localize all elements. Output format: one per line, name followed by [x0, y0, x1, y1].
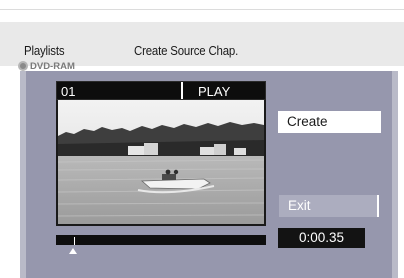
disc-label: DVD-RAM — [30, 60, 75, 72]
title-divider — [181, 82, 183, 99]
disc-indicator: DVD-RAM — [18, 60, 75, 72]
function-title: Create Source Chap. — [134, 43, 239, 58]
disc-icon — [18, 61, 28, 71]
panel-left-edge — [20, 71, 26, 278]
time-readout: 0:00.35 — [278, 228, 365, 248]
section-title: Playlists — [24, 43, 65, 58]
position-pointer-icon — [69, 248, 77, 254]
playback-status: PLAY — [198, 84, 231, 99]
exit-button[interactable]: Exit — [279, 195, 379, 217]
top-strip — [0, 0, 404, 10]
panel-right-edge — [392, 71, 398, 278]
chapter-mark — [74, 237, 75, 245]
title-bar: 01 PLAY — [56, 81, 266, 100]
title-number: 01 — [61, 84, 76, 99]
screen-frame: Playlists Create Source Chap. DVD-RAM 01… — [0, 0, 404, 278]
video-frame-image — [58, 100, 264, 224]
chapter-timeline[interactable] — [56, 235, 266, 245]
create-button[interactable]: Create — [278, 111, 381, 133]
video-preview — [56, 100, 266, 226]
